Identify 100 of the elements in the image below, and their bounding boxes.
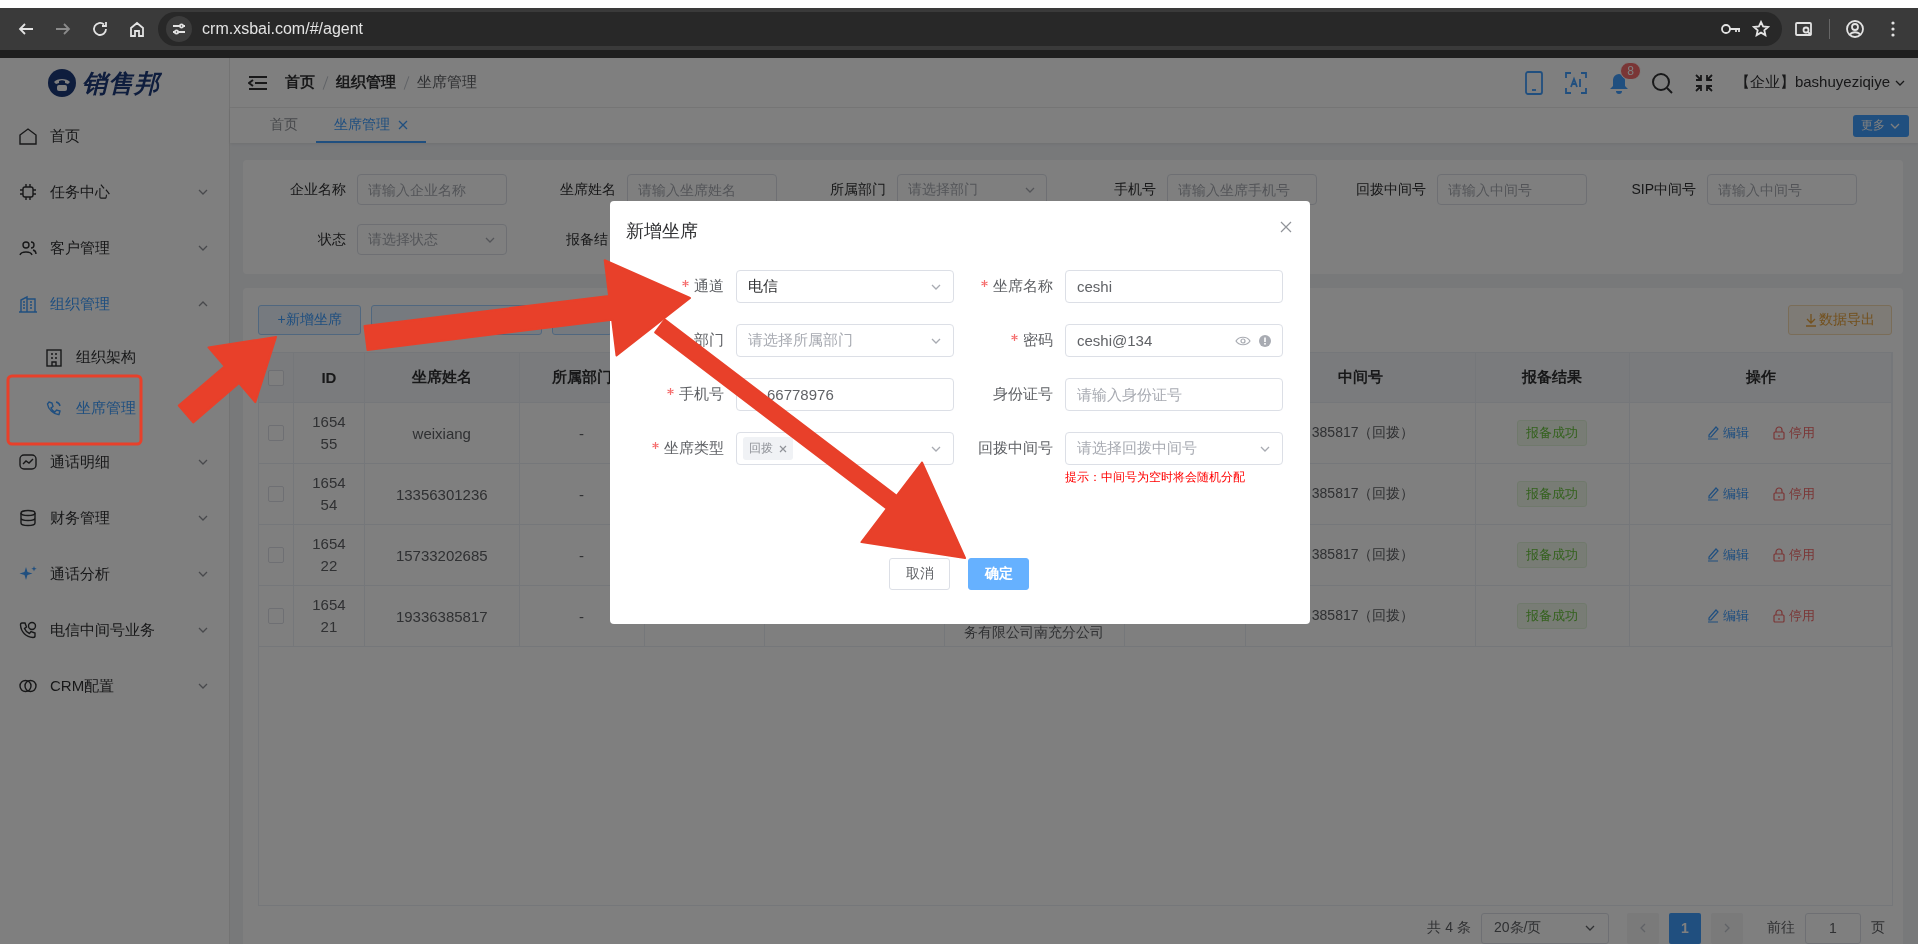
sidebar-item[interactable]: 组织管理 — [0, 276, 229, 332]
phone-logo-icon — [48, 69, 76, 97]
password-value: ceshi@134 — [1077, 332, 1154, 349]
address-bar[interactable]: crm.xsbai.com/#/agent — [158, 12, 1783, 46]
filter-label: 回拨中间号 — [1355, 180, 1426, 199]
disable-link[interactable]: 停用 — [1772, 607, 1815, 625]
sidebar-item[interactable]: CRM配置 — [0, 658, 229, 714]
table-cell: - — [579, 485, 585, 503]
export-button[interactable]: 数据导出 — [1788, 305, 1892, 335]
table-cell: - — [579, 424, 585, 442]
lock-icon — [1772, 609, 1785, 623]
home-icon — [18, 126, 38, 146]
column-header: 中间号 — [1337, 368, 1383, 387]
pencil-icon — [1706, 548, 1719, 562]
filter-label: 所属部门 — [829, 180, 886, 199]
confirm-button[interactable]: 确定 — [968, 558, 1029, 590]
pencil-icon — [1706, 426, 1719, 440]
next-page-button[interactable] — [1711, 912, 1743, 944]
info-icon — [1259, 334, 1271, 347]
sidebar-item[interactable]: 电信中间号业务 — [0, 602, 229, 658]
cancel-button[interactable]: 取消 — [889, 558, 950, 590]
tag[interactable]: 回拨 — [743, 437, 793, 460]
breadcrumb-current: 坐席管理 — [417, 73, 477, 92]
table-cell-text: 165422 — [311, 534, 347, 576]
page-suffix: 页 — [1871, 919, 1885, 937]
sidebar-item[interactable]: 客户管理 — [0, 220, 229, 276]
building-icon — [18, 294, 38, 314]
page-button[interactable]: 1 — [1669, 912, 1701, 944]
sidebar-item[interactable]: 任务中心 — [0, 164, 229, 220]
column-header: 坐席姓名 — [411, 368, 472, 387]
breadcrumb-link[interactable]: 组织管理 — [336, 73, 396, 92]
status-tag: 报备成功 — [1517, 603, 1588, 629]
disable-link[interactable]: 停用 — [1772, 485, 1815, 503]
select-field[interactable]: 请选择回拨中间号 — [1065, 432, 1283, 465]
table-cell: 13356301236 — [395, 485, 488, 503]
table-cell: 19336385817 — [395, 607, 488, 625]
input-field[interactable]: 请输入身份证号 — [1065, 378, 1283, 411]
edit-link[interactable]: 编辑 — [1706, 546, 1749, 564]
ai-scan-icon — [1564, 71, 1587, 94]
filter-label: 坐席姓名 — [559, 180, 616, 199]
column-header: ID — [321, 369, 337, 386]
tab-search-icon — [1793, 20, 1814, 38]
account-menu[interactable]: 【企业】bashuyeziqiye — [1734, 73, 1906, 92]
sidebar-item[interactable]: 财务管理 — [0, 490, 229, 546]
database-icon — [18, 508, 38, 528]
table-cell-text: 165454 — [311, 473, 347, 515]
eye-icon — [1235, 334, 1251, 347]
chart-icon — [18, 452, 38, 472]
status-tag: 报备成功 — [1517, 420, 1588, 446]
form-label: 回拨中间号 — [978, 439, 1053, 458]
dialog-title: 新增坐席 — [626, 220, 698, 243]
select-field[interactable]: 请选择所属部门 — [736, 324, 954, 357]
input-field[interactable]: ceshi — [1065, 270, 1283, 303]
star-icon — [1752, 20, 1771, 38]
close-icon — [779, 444, 787, 453]
fullscreen-icon — [1694, 73, 1713, 92]
table-cell-text: 165455 — [311, 412, 347, 454]
reload-icon — [90, 20, 109, 38]
profile-icon — [1845, 19, 1866, 39]
form-label: 密码 — [1023, 331, 1053, 350]
page-input[interactable]: 1 — [1805, 912, 1861, 944]
pencil-icon — [1706, 609, 1719, 623]
notification-badge: 8 — [1620, 61, 1641, 80]
sidebar-item[interactable]: 首页 — [0, 108, 229, 164]
table-cell: - — [579, 546, 585, 564]
search-icon — [1650, 71, 1673, 94]
column-header: 报备结果 — [1522, 368, 1583, 387]
more-button[interactable]: 更多 — [1853, 114, 1909, 137]
menu-icon — [248, 74, 268, 91]
total-count: 共 4 条 — [1427, 919, 1471, 937]
table-cell: - — [579, 607, 585, 625]
filter-label: 报备结 — [565, 230, 608, 249]
table-cell: 15733202685 — [395, 546, 488, 564]
pencil-icon — [1706, 487, 1719, 501]
password-field[interactable]: ceshi@134 — [1065, 324, 1283, 357]
form-label: 身份证号 — [993, 385, 1053, 404]
checkbox[interactable] — [267, 369, 284, 386]
edit-link[interactable]: 编辑 — [1706, 485, 1749, 503]
previous-page-button[interactable] — [1627, 912, 1659, 944]
sidebar-item[interactable]: 通话分析 — [0, 546, 229, 602]
table-cell-text: 165421 — [311, 595, 347, 637]
select-field[interactable]: 电信 — [736, 270, 954, 303]
goto-label: 前往 — [1767, 919, 1795, 937]
form-label: 通道 — [694, 277, 724, 296]
form-label: 坐席类型 — [664, 439, 724, 458]
filter-label: 手机号 — [1113, 180, 1156, 199]
filter-label: 状态 — [317, 230, 346, 249]
edit-link[interactable]: 编辑 — [1706, 607, 1749, 625]
add-agent-button[interactable]: +新增坐席 — [258, 305, 361, 335]
breadcrumb-link[interactable]: 首页 — [285, 73, 315, 92]
disable-link[interactable]: 停用 — [1772, 546, 1815, 564]
tab[interactable]: 坐席管理 — [316, 108, 426, 143]
key-icon — [1720, 21, 1743, 37]
table-cell: 385817（回拨） — [1311, 607, 1415, 625]
edit-link[interactable]: 编辑 — [1706, 424, 1749, 442]
page-size-select[interactable]: 20条/页 — [1481, 912, 1609, 944]
sidebar-item[interactable]: 通话明细 — [0, 434, 229, 490]
bell-icon — [1608, 71, 1629, 94]
disable-link[interactable]: 停用 — [1772, 424, 1815, 442]
home-icon — [127, 20, 146, 38]
